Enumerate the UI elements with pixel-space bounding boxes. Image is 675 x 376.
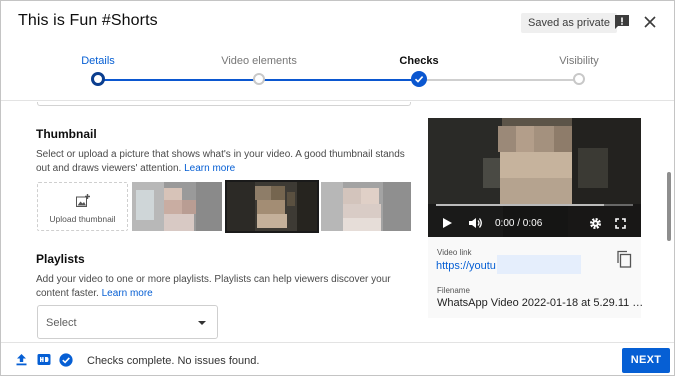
step-pending-dot xyxy=(573,73,585,85)
scrollbar[interactable] xyxy=(667,172,671,241)
step-label: Visibility xyxy=(559,55,599,67)
playlist-select-value: Select xyxy=(46,317,77,329)
filename-label: Filename xyxy=(437,286,470,295)
step-checks[interactable]: Checks xyxy=(364,55,474,87)
dialog-header: This is Fun #Shorts Saved as private xyxy=(1,1,674,45)
video-time: 0:00 / 0:06 xyxy=(495,218,543,229)
feedback-icon[interactable] xyxy=(613,13,631,31)
step-current-dot xyxy=(91,72,105,86)
playlists-learn-more-link[interactable]: Learn more xyxy=(102,288,153,299)
hd-icon[interactable] xyxy=(37,353,51,366)
playlists-title: Playlists xyxy=(36,252,85,266)
video-progress-track[interactable] xyxy=(436,204,633,206)
step-pending-dot xyxy=(253,73,265,85)
volume-icon[interactable] xyxy=(468,217,483,229)
video-player[interactable]: 0:00 / 0:06 xyxy=(428,118,641,237)
check-icon xyxy=(411,71,427,87)
copy-icon[interactable] xyxy=(616,250,632,268)
upload-thumbnail-label: Upload thumbnail xyxy=(49,214,116,224)
saved-status-chip: Saved as private xyxy=(521,13,617,33)
thumbnail-description: Select or upload a picture that shows wh… xyxy=(36,148,416,176)
thumbnail-image xyxy=(227,182,317,231)
filename-value: WhatsApp Video 2022-01-18 at 5.29.11 … xyxy=(437,297,644,309)
description-field-edge[interactable] xyxy=(37,102,411,106)
auto-thumbnail-option-2[interactable] xyxy=(225,180,319,233)
playlist-select[interactable]: Select xyxy=(37,305,218,339)
thumbnail-learn-more-link[interactable]: Learn more xyxy=(184,163,235,174)
step-label: Details xyxy=(81,55,115,67)
video-link-label: Video link xyxy=(437,248,472,257)
dialog-title: This is Fun #Shorts xyxy=(18,12,158,29)
play-icon[interactable] xyxy=(441,217,453,229)
auto-thumbnail-option-3[interactable] xyxy=(321,182,411,231)
step-visibility[interactable]: Visibility xyxy=(524,55,634,85)
thumbnail-image xyxy=(321,182,411,231)
thumbnail-image xyxy=(132,182,222,231)
next-button[interactable]: NEXT xyxy=(622,348,670,373)
chevron-down-icon xyxy=(198,321,206,325)
video-progress-buffer xyxy=(436,204,604,206)
playlists-description-text: Add your video to one or more playlists.… xyxy=(36,274,391,299)
upload-icon[interactable] xyxy=(15,353,28,366)
video-preview-card: 0:00 / 0:06 Video link https://youtu Fil… xyxy=(428,118,644,318)
dialog-footer: Checks complete. No issues found. NEXT xyxy=(1,342,674,375)
video-link[interactable]: https://youtu xyxy=(436,260,496,272)
auto-thumbnail-option-1[interactable] xyxy=(132,182,222,231)
stepper-remaining-line xyxy=(419,79,579,81)
gear-icon[interactable] xyxy=(589,217,602,230)
step-label: Video elements xyxy=(221,55,297,67)
redacted-link-overlay xyxy=(497,255,581,274)
add-photo-icon xyxy=(76,194,90,207)
step-details[interactable]: Details xyxy=(43,55,153,86)
check-circle-icon[interactable] xyxy=(59,353,73,367)
details-form: Thumbnail Select or upload a picture tha… xyxy=(1,102,674,342)
upload-thumbnail-button[interactable]: Upload thumbnail xyxy=(37,182,128,231)
fullscreen-icon[interactable] xyxy=(615,218,626,229)
close-icon[interactable] xyxy=(642,14,658,30)
playlists-description: Add your video to one or more playlists.… xyxy=(36,273,416,301)
step-label: Checks xyxy=(399,55,439,67)
upload-dialog: This is Fun #Shorts Saved as private Det… xyxy=(0,0,675,376)
checks-status: Checks complete. No issues found. xyxy=(87,355,260,367)
upload-stepper: Details Video elements Checks Visibility xyxy=(1,45,674,101)
step-video-elements[interactable]: Video elements xyxy=(204,55,314,85)
thumbnail-title: Thumbnail xyxy=(36,127,97,141)
